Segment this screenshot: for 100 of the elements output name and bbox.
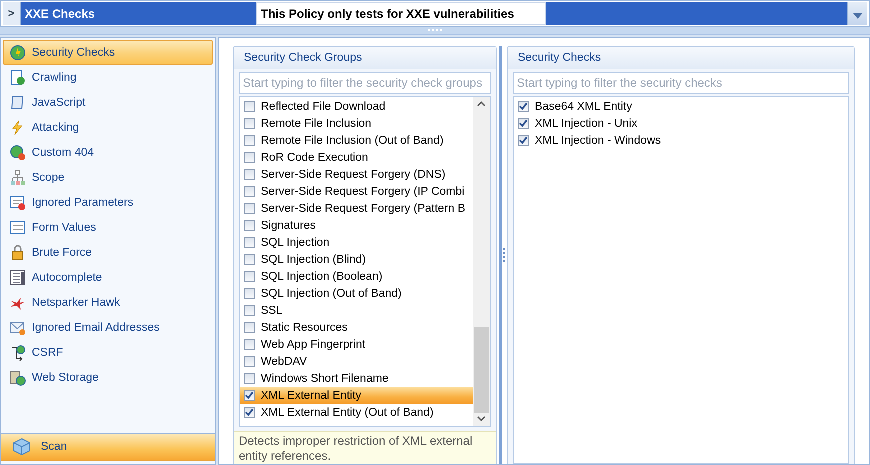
policy-description: This Policy only tests for XXE vulnerabilities bbox=[256, 2, 546, 25]
document-icon bbox=[10, 70, 26, 86]
sidebar-item[interactable]: Attacking bbox=[3, 115, 213, 140]
check-group-row[interactable]: SQL Injection (Boolean) bbox=[240, 268, 473, 285]
sidebar-item-label: Security Checks bbox=[32, 46, 116, 58]
checkbox[interactable] bbox=[244, 390, 255, 401]
check-row[interactable]: XML Injection - Unix bbox=[514, 115, 848, 132]
check-group-row[interactable]: Server-Side Request Forgery (IP Combi bbox=[240, 183, 473, 200]
sidebar-item[interactable]: Custom 404 bbox=[3, 140, 213, 165]
check-group-row[interactable]: Reflected File Download bbox=[240, 98, 473, 115]
check-group-row[interactable]: XML External Entity bbox=[240, 387, 473, 404]
down-arrow-icon[interactable] bbox=[852, 13, 862, 19]
check-group-row[interactable]: Server-Side Request Forgery (DNS) bbox=[240, 166, 473, 183]
check-group-row[interactable]: Remote File Inclusion bbox=[240, 115, 473, 132]
sidebar-item[interactable]: Crawling bbox=[3, 65, 213, 90]
check-group-row[interactable]: Signatures bbox=[240, 217, 473, 234]
check-label: Base64 XML Entity bbox=[535, 100, 632, 112]
check-group-label: Reflected File Download bbox=[261, 100, 386, 112]
check-group-row[interactable]: SQL Injection (Out of Band) bbox=[240, 285, 473, 302]
checkbox[interactable] bbox=[244, 135, 255, 146]
checkbox[interactable] bbox=[244, 186, 255, 197]
sidebar-item[interactable]: Scope bbox=[3, 165, 213, 190]
sidebar-item[interactable]: CSRF bbox=[3, 340, 213, 365]
checkbox[interactable] bbox=[518, 135, 529, 146]
sidebar-item-label: Netsparker Hawk bbox=[32, 296, 120, 308]
checkbox[interactable] bbox=[244, 254, 255, 265]
check-group-row[interactable]: Web App Fingerprint bbox=[240, 336, 473, 353]
checkbox[interactable] bbox=[244, 169, 255, 180]
sidebar-item-label: Scope bbox=[32, 172, 65, 184]
checkbox[interactable] bbox=[244, 220, 255, 231]
form-icon bbox=[10, 220, 26, 236]
checkbox[interactable] bbox=[244, 288, 255, 299]
filter-field[interactable]: Start typing to filter the security check groups bbox=[239, 72, 491, 94]
sidebar-item-label: Brute Force bbox=[32, 246, 92, 258]
arrow-icon bbox=[10, 344, 26, 360]
check-group-row[interactable]: Windows Short Filename bbox=[240, 370, 473, 387]
panel-title: Security Checks bbox=[508, 47, 854, 69]
check-group-row[interactable]: WebDAV bbox=[240, 353, 473, 370]
sidebar-item-label: Ignored Email Addresses bbox=[32, 322, 160, 334]
check-group-label: SQL Injection (Blind) bbox=[261, 254, 366, 266]
check-group-label: Server-Side Request Forgery (IP Combi bbox=[261, 186, 465, 198]
scroll-thumb[interactable] bbox=[474, 327, 489, 413]
scan-button[interactable]: Scan bbox=[1, 433, 215, 461]
sidebar-item[interactable]: Autocomplete bbox=[3, 265, 213, 290]
sidebar-item-label: Crawling bbox=[32, 72, 77, 84]
sidebar-item-label: Form Values bbox=[32, 222, 96, 234]
sidebar-item-label: CSRF bbox=[32, 346, 64, 358]
sidebar-item[interactable]: Netsparker Hawk bbox=[3, 290, 213, 315]
cube-icon bbox=[13, 438, 31, 456]
checkbox[interactable] bbox=[244, 237, 255, 248]
check-group-row[interactable]: SSL bbox=[240, 302, 473, 319]
hierarchy-icon bbox=[10, 170, 26, 186]
checkbox[interactable] bbox=[244, 305, 255, 316]
checkbox[interactable] bbox=[244, 407, 255, 418]
form-icon bbox=[10, 194, 26, 210]
check-group-label: Signatures bbox=[261, 220, 316, 232]
grip-icon bbox=[426, 29, 444, 32]
check-group-row[interactable]: SQL Injection bbox=[240, 234, 473, 251]
padlock-icon bbox=[10, 244, 26, 260]
checkbox[interactable] bbox=[244, 356, 255, 367]
checkbox[interactable] bbox=[244, 373, 255, 384]
sidebar-item[interactable]: Web Storage bbox=[3, 365, 213, 390]
check-group-label: Server-Side Request Forgery (Pattern B bbox=[261, 202, 466, 214]
expand-toggle[interactable]: > bbox=[3, 2, 21, 25]
check-group-label: Remote File Inclusion (Out of Band) bbox=[261, 134, 444, 146]
sidebar-item[interactable]: Ignored Parameters bbox=[3, 190, 213, 215]
checkbox[interactable] bbox=[244, 271, 255, 282]
check-group-row[interactable]: RoR Code Execution bbox=[240, 149, 473, 166]
check-row[interactable]: Base64 XML Entity bbox=[514, 98, 848, 115]
sidebar-item-label: Ignored Parameters bbox=[32, 196, 134, 208]
filter-field[interactable]: Start typing to filter the security checks bbox=[513, 72, 849, 94]
checkbox[interactable] bbox=[244, 339, 255, 350]
sidebar-item[interactable]: Ignored Email Addresses bbox=[3, 315, 213, 340]
checkbox[interactable] bbox=[518, 118, 529, 129]
checkbox[interactable] bbox=[244, 152, 255, 163]
policy-name[interactable]: XXE Checks bbox=[21, 2, 256, 25]
check-row[interactable]: XML Injection - Windows bbox=[514, 132, 848, 149]
checkbox[interactable] bbox=[244, 203, 255, 214]
sidebar-item[interactable]: Security Checks bbox=[3, 40, 213, 65]
sidebar-item[interactable]: Form Values bbox=[3, 215, 213, 240]
checkbox[interactable] bbox=[518, 101, 529, 112]
scrollbar[interactable] bbox=[473, 97, 490, 426]
list-icon bbox=[10, 270, 26, 286]
check-group-label: XML External Entity (Out of Band) bbox=[261, 406, 434, 418]
check-group-row[interactable]: Remote File Inclusion (Out of Band) bbox=[240, 132, 473, 149]
check-group-row[interactable]: Server-Side Request Forgery (Pattern B bbox=[240, 200, 473, 217]
check-group-row[interactable]: Static Resources bbox=[240, 319, 473, 336]
sidebar-item[interactable]: JavaScript bbox=[3, 90, 213, 115]
scrollbar[interactable] bbox=[847, 2, 867, 25]
check-label: XML Injection - Unix bbox=[535, 118, 638, 130]
checkbox[interactable] bbox=[244, 322, 255, 333]
check-group-row[interactable]: XML External Entity (Out of Band) bbox=[240, 404, 473, 421]
panel-title: Security Check Groups bbox=[234, 47, 496, 69]
sidebar-item[interactable]: Brute Force bbox=[3, 240, 213, 265]
checkbox[interactable] bbox=[244, 101, 255, 112]
checkbox[interactable] bbox=[244, 118, 255, 129]
envelope-icon bbox=[10, 320, 26, 336]
check-group-row[interactable]: SQL Injection (Blind) bbox=[240, 251, 473, 268]
check-group-label: RoR Code Execution bbox=[261, 152, 368, 164]
group-description: Detects improper restriction of XML external entity references. bbox=[234, 431, 496, 464]
